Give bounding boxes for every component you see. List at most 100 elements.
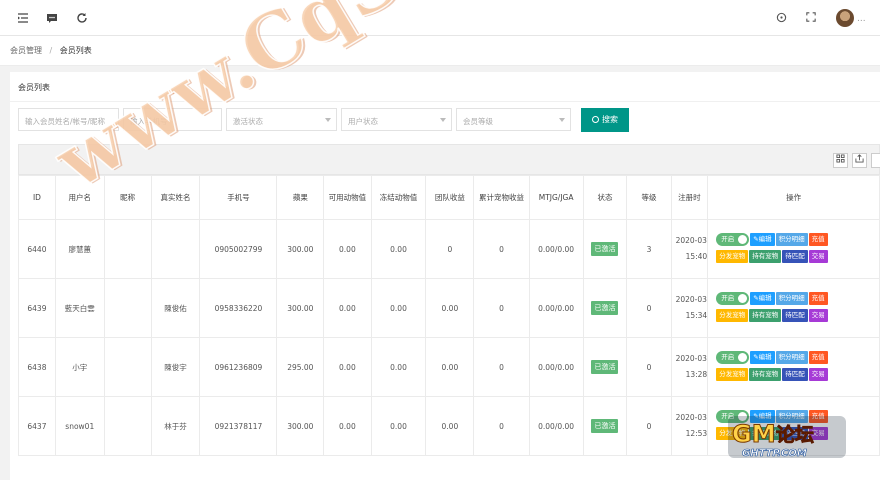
column-header[interactable]: 等级	[626, 175, 672, 220]
cell-phone: 0961236809	[199, 337, 278, 397]
cell-username: 小宇	[54, 337, 105, 397]
pending-match-button[interactable]: 待匹配	[782, 309, 808, 322]
svg-text:GM: GM	[732, 420, 776, 448]
cell-actions: 开启 ✎编辑 积分明细 充值分发宠物 持有宠物 待匹配 交易	[707, 278, 880, 338]
cell-phone: 0958336220	[199, 278, 278, 338]
cell-frozen: 0.00	[370, 219, 427, 279]
trade-button[interactable]: 交易	[808, 368, 828, 381]
refresh-icon[interactable]	[75, 12, 89, 26]
recharge-button[interactable]: 充值	[808, 233, 828, 246]
enable-toggle[interactable]: 开启	[716, 233, 750, 246]
distribute-pet-button[interactable]: 分发宠物	[716, 309, 749, 322]
cell-frozen: 0.00	[370, 337, 427, 397]
edit-button[interactable]: ✎编辑	[750, 351, 775, 364]
register-date: 2020-03	[675, 236, 707, 245]
action-line: 分发宠物 持有宠物 待匹配 交易	[716, 309, 878, 324]
column-header[interactable]: 冻结动物值	[370, 175, 427, 220]
activation-status-label: 激活状态	[233, 117, 263, 126]
search-button[interactable]: 搜索	[581, 108, 629, 132]
cell-id: 6437	[18, 396, 56, 456]
cell-realname: 陳俊佑	[150, 278, 201, 338]
column-header[interactable]: 团队收益	[425, 175, 475, 220]
held-pets-button[interactable]: 持有宠物	[749, 368, 782, 381]
cell-frozen: 0.00	[370, 396, 427, 456]
trade-button[interactable]: 交易	[808, 309, 828, 322]
column-header[interactable]: ID	[18, 175, 56, 220]
column-header[interactable]: 注册时	[670, 175, 709, 220]
chevron-down-icon	[325, 118, 331, 122]
cell-nickname	[103, 278, 152, 338]
points-detail-button[interactable]: 积分明细	[775, 292, 808, 305]
search-button-label: 搜索	[602, 115, 618, 124]
edit-button[interactable]: ✎编辑	[750, 292, 775, 305]
column-header[interactable]: MTJG/JGA	[528, 175, 584, 220]
cell-mtjg: 0.00/0.00	[528, 219, 584, 279]
cell-team: 0	[425, 219, 475, 279]
cell-frozen: 0.00	[370, 278, 427, 338]
export-icon[interactable]	[852, 153, 867, 168]
cell-register-time: 2020-03 15:40	[670, 219, 709, 279]
cell-avail: 0.00	[323, 396, 372, 456]
column-header[interactable]: 状态	[582, 175, 628, 220]
palette-icon[interactable]	[774, 12, 788, 26]
column-header[interactable]: 手机号	[199, 175, 278, 220]
breadcrumb-separator: /	[49, 46, 53, 55]
cell-apple: 295.00	[276, 337, 325, 397]
cell-username: 藍天白雲	[54, 278, 105, 338]
site-logo: GM 论坛 GHTTP.COM	[728, 412, 846, 462]
print-icon[interactable]	[871, 153, 880, 168]
register-date: 2020-03	[675, 354, 707, 363]
table-header-row: ID 用户名 昵称 真实姓名 手机号 蘋果 可用动物值 冻结动物值 团队收益 累…	[18, 175, 880, 220]
distribute-pet-button[interactable]: 分发宠物	[716, 368, 749, 381]
message-icon[interactable]	[45, 12, 59, 26]
svg-text:论坛: 论坛	[776, 423, 814, 446]
trade-button[interactable]: 交易	[808, 250, 828, 263]
menu-fold-icon[interactable]	[16, 12, 30, 26]
pending-match-button[interactable]: 待匹配	[782, 368, 808, 381]
breadcrumb-parent[interactable]: 会员管理	[10, 46, 42, 55]
edit-button[interactable]: ✎编辑	[750, 233, 775, 246]
register-date: 2020-03	[675, 295, 707, 304]
cell-status: 已激活	[582, 219, 628, 279]
distribute-pet-button[interactable]: 分发宠物	[716, 250, 749, 263]
recharge-button[interactable]: 充值	[808, 292, 828, 305]
chevron-down-icon	[559, 118, 565, 122]
member-level-select[interactable]: 会员等级	[456, 108, 571, 131]
enable-toggle[interactable]: 开启	[716, 292, 750, 305]
column-header[interactable]: 可用动物值	[323, 175, 372, 220]
status-badge: 已激活	[591, 360, 619, 374]
cell-pet: 0	[473, 337, 530, 397]
user-avatar[interactable]	[836, 9, 854, 27]
cell-id: 6440	[18, 219, 56, 279]
cell-phone: 0905002799	[199, 219, 278, 279]
points-detail-button[interactable]: 积分明细	[775, 233, 808, 246]
enable-toggle[interactable]: 开启	[716, 351, 750, 364]
cell-mtjg: 0.00/0.00	[528, 278, 584, 338]
held-pets-button[interactable]: 持有宠物	[749, 309, 782, 322]
column-header[interactable]: 累计宠物收益	[473, 175, 530, 220]
points-detail-button[interactable]: 积分明细	[775, 351, 808, 364]
recharge-button[interactable]: 充值	[808, 351, 828, 364]
columns-icon[interactable]	[833, 153, 848, 168]
cell-pet: 0	[473, 219, 530, 279]
cell-realname	[150, 219, 201, 279]
table-row: 6438 小宇 陳俊宇 0961236809 295.00 0.00 0.00 0.00 0 0.…	[18, 337, 880, 397]
cell-nickname	[103, 396, 152, 456]
column-header[interactable]: 真实姓名	[150, 175, 201, 220]
cell-level: 0	[626, 396, 672, 456]
column-header[interactable]: 操作	[707, 175, 880, 220]
cell-avail: 0.00	[323, 278, 372, 338]
pencil-icon: ✎	[753, 294, 759, 302]
held-pets-button[interactable]: 持有宠物	[749, 250, 782, 263]
action-line: 开启 ✎编辑 积分明细 充值	[716, 351, 878, 366]
pending-match-button[interactable]: 待匹配	[782, 250, 808, 263]
column-header[interactable]: 蘋果	[276, 175, 325, 220]
cell-actions: 开启 ✎编辑 积分明细 充值分发宠物 持有宠物 待匹配 交易	[707, 219, 880, 279]
cell-apple: 300.00	[276, 396, 325, 456]
user-status-select[interactable]: 用户状态	[341, 108, 452, 131]
cell-actions: 开启 ✎编辑 积分明细 充值 分发宠物 持有宠物 待匹配 交易	[707, 337, 880, 397]
top-bar: ...	[0, 0, 880, 36]
action-line: 分发宠物 持有宠物 待匹配 交易	[716, 368, 878, 383]
fullscreen-icon[interactable]	[804, 12, 818, 26]
more-icon[interactable]: ...	[857, 14, 866, 24]
